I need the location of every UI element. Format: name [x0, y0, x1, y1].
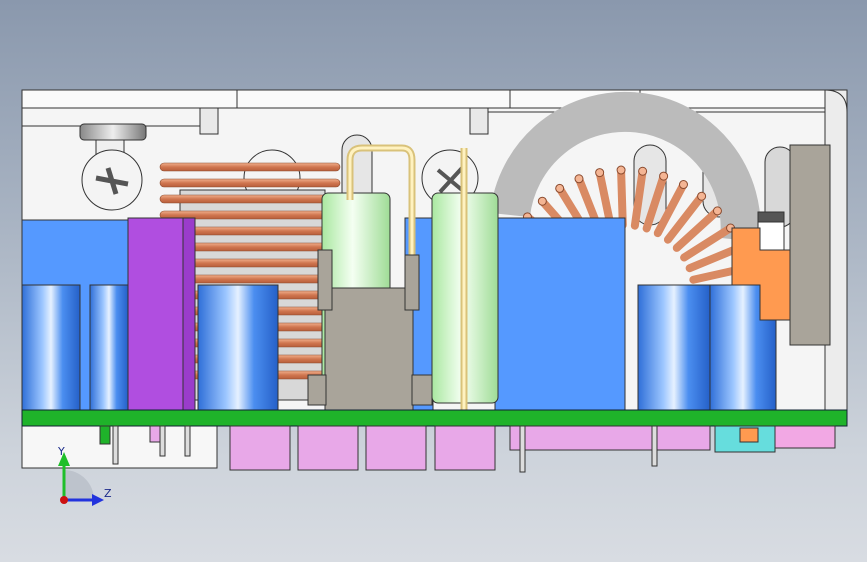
blue-block-center[interactable]	[494, 217, 626, 411]
coil-turn	[159, 178, 341, 188]
toroid-wire-end	[574, 174, 584, 184]
coil-turn	[179, 258, 331, 268]
y-axis-label: Y	[57, 445, 65, 458]
toroid-wire-end	[537, 196, 547, 206]
toroid-wire-end	[638, 166, 648, 176]
toroid-wire-end	[712, 206, 722, 216]
coil-turn	[179, 274, 331, 284]
z-axis-label: Z	[104, 487, 112, 500]
toroid-wire-end	[678, 180, 688, 190]
pcb[interactable]	[21, 409, 848, 427]
toroid-wire-end	[616, 165, 626, 175]
toroid-wire-end	[555, 183, 565, 193]
screw-left[interactable]	[79, 123, 147, 211]
cad-viewport[interactable]: Y Z	[0, 0, 867, 562]
toroid-wire-end	[659, 171, 669, 181]
toroid-wire-end	[595, 168, 605, 178]
toroid-wire-end	[697, 191, 707, 201]
coil-turn	[159, 162, 341, 172]
toroid-turn	[617, 166, 627, 230]
coil-turn	[179, 242, 331, 252]
coil-turn	[179, 226, 331, 236]
purple-component[interactable]	[127, 217, 196, 411]
coil-turn	[159, 194, 341, 204]
